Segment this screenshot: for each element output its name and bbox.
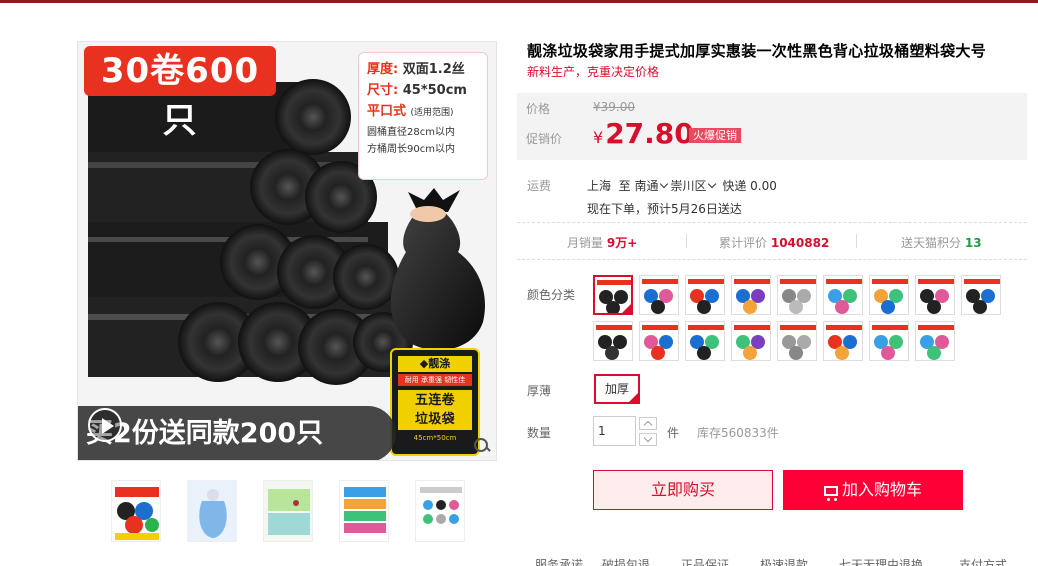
ship-city-select[interactable]: 南通 [635,179,659,193]
color-swatch-17[interactable] [915,321,955,361]
color-swatch-6[interactable] [823,275,863,315]
sales-stats: 月销量 9万+ 累计评价 1040882 送天猫积分 13 [517,222,1027,260]
service-item-2[interactable]: 破损包退 [602,556,650,566]
reviews-value: 1040882 [770,236,830,250]
product-subtitle: 新料生产，克重决定价格 [527,65,660,79]
selected-check-icon [628,392,639,403]
monthly-sales-value: 9万+ [606,236,638,250]
promo-price-label: 促销价 [526,132,563,146]
service-item-4[interactable]: 极速退款 [760,556,808,566]
zoom-icon[interactable] [474,438,490,454]
chevron-down-icon[interactable] [707,179,716,189]
spec-card: 厚度: 双面1.2丝 尺寸: 45*50cm 平口式 (适用范围) 圆桶直径28… [358,52,488,180]
tmall-points: 送天猫积分 13 [901,234,982,251]
color-swatch-12[interactable] [685,321,725,361]
total-reviews[interactable]: 累计评价 1040882 [719,234,829,251]
cart-icon [823,486,838,501]
color-swatch-8[interactable] [915,275,955,315]
chevron-down-icon[interactable] [659,179,668,189]
currency-symbol: ¥ [593,128,604,147]
color-swatch-7[interactable] [869,275,909,315]
quantity-input[interactable]: 1 [593,416,636,446]
pack-title-2: 垃圾袋 [415,412,455,427]
color-swatch-11[interactable] [639,321,679,361]
original-price: ¥39.00 [593,100,635,114]
thickness-option-selected[interactable]: 加厚 [594,374,640,404]
service-item-6[interactable]: 支付方式 [959,556,1007,566]
promo-banner: 买2份送同款200只 [78,406,396,460]
hot-promo-tag: 火爆促销 [689,128,741,143]
add-to-cart-button[interactable]: 加入购物车 [783,470,963,510]
main-product-image[interactable]: 30卷600只 厚度: 双面1.2丝 尺寸: 45*50cm 平口式 (适用范围… [77,41,497,461]
pack-brand: ◆靓涤 [398,356,472,372]
color-swatch-9[interactable] [961,275,1001,315]
color-swatch-2[interactable] [639,275,679,315]
service-item-5[interactable]: 七天无理由退换 [839,556,923,566]
quantity-label: 数量 [527,426,552,440]
pack-slogan: 耐用 承重强 韧性佳 [398,374,472,386]
reviews-label: 累计评价 [719,236,768,250]
price-box: 价格 ¥39.00 促销价 ¥27.80 火爆促销 [517,93,1027,160]
stock-count: 库存560833件 [697,426,779,440]
spec-size-value: 45*50cm [402,83,467,98]
service-item-1: 服务承诺 [535,558,584,566]
spec-thickness-value: 双面1.2丝 [402,62,465,77]
delivery-date: 现在下单，预计5月26日送达 [587,202,742,216]
points-label: 送天猫积分 [901,236,962,250]
color-swatch-5[interactable] [777,275,817,315]
color-swatch-4[interactable] [731,275,771,315]
divider [856,234,857,248]
thickness-option-text: 加厚 [604,382,629,396]
spec-style: 平口式 [367,104,407,119]
spec-size-key: 尺寸: [367,83,399,98]
pack-title: 五连卷 垃圾袋 [398,390,472,430]
price-label: 价格 [526,102,551,116]
ship-to-word: 至 [618,179,631,193]
quantity-unit: 件 [667,426,680,440]
monthly-sales: 月销量 9万+ [567,234,637,251]
service-item-3[interactable]: 正品保证 [681,556,729,566]
color-swatch-3[interactable] [685,275,725,315]
thumbnail-2[interactable] [187,480,237,542]
product-package: ◆靓涤 耐用 承重强 韧性佳 五连卷垃圾袋 45cm*50cm [390,348,480,456]
color-swatch-16[interactable] [869,321,909,361]
selected-check-icon [621,303,631,313]
thumbnail-1[interactable] [111,480,161,542]
pack-size: 45cm*50cm [413,434,457,442]
quantity-decrease-button[interactable] [639,433,657,446]
pack-title-1: 五连卷 [415,393,455,408]
buy-now-button[interactable]: 立即购买 [593,470,773,510]
top-border [0,0,1038,3]
ship-method: 快递 0.00 [722,179,777,193]
divider [686,234,687,248]
color-swatch-10[interactable] [593,321,633,361]
product-title: 靓涤垃圾袋家用手提式加厚实惠装一次性黑色背心拉圾桶塑料袋大号 [527,42,987,60]
add-to-cart-label: 加入购物车 [841,480,922,499]
ship-district-select[interactable]: 崇川区 [671,179,707,193]
thumbnail-3[interactable] [263,480,313,542]
points-value: 13 [964,236,982,250]
spec-square: 方桶周长90cm以内 [367,144,455,155]
ship-from: 上海 [587,179,612,193]
color-label: 颜色分类 [527,288,576,302]
color-swatch-1[interactable] [593,275,633,315]
thickness-label: 厚薄 [527,384,552,398]
shipping-line: 上海 至 南通 崇川区 快递 0.00 [587,177,777,194]
thumbnail-4[interactable] [339,480,389,542]
color-swatch-15[interactable] [823,321,863,361]
monthly-sales-label: 月销量 [567,236,604,250]
promo-price: ¥27.80 [593,117,694,150]
thumbnail-strip [106,480,466,546]
quantity-badge: 30卷600只 [84,46,276,141]
shipping-label: 运费 [527,179,552,193]
quantity-increase-button[interactable] [639,417,657,430]
spec-round: 圆桶直径28cm以内 [367,127,455,138]
spec-scope: (适用范围) [410,108,454,118]
promo-price-value: 27.80 [605,117,694,150]
play-video-icon[interactable] [88,408,122,442]
thumbnail-5[interactable] [415,480,465,542]
spec-thickness-key: 厚度: [367,62,399,77]
color-swatch-14[interactable] [777,321,817,361]
color-swatch-13[interactable] [731,321,771,361]
